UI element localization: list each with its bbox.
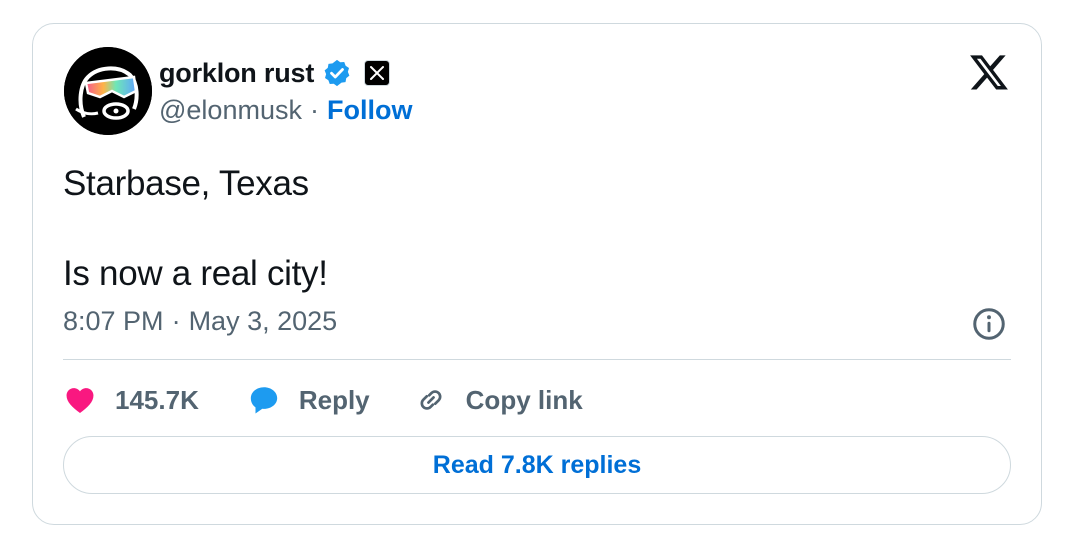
author-display-name[interactable]: gorklon rust <box>159 58 314 89</box>
timestamp-date: May 3, 2025 <box>188 306 338 336</box>
like-button[interactable]: 145.7K <box>63 383 199 417</box>
tweet-text-line-1: Starbase, Texas <box>63 164 309 203</box>
author-handle-row: @elonmusk · Follow <box>159 95 412 126</box>
info-icon[interactable] <box>971 306 1007 342</box>
timestamp-time: 8:07 PM <box>63 306 164 336</box>
avatar[interactable] <box>64 47 152 135</box>
verified-icon <box>324 59 350 87</box>
tweet-text: Starbase, Texas Is now a real city! <box>63 161 328 296</box>
copy-link-label: Copy link <box>465 384 583 415</box>
tweet-text-line-2: Is now a real city! <box>63 254 328 293</box>
author-handle[interactable]: @elonmusk <box>159 95 302 126</box>
timestamp-separator: · <box>171 306 181 336</box>
action-bar: 145.7K Reply Copy link <box>63 380 583 420</box>
timestamp[interactable]: 8:07 PM · May 3, 2025 <box>63 306 337 337</box>
author-name-row: gorklon rust <box>159 56 391 90</box>
read-replies-button[interactable]: Read 7.8K replies <box>63 436 1011 494</box>
like-count: 145.7K <box>115 384 199 415</box>
separator-dot: · <box>309 95 319 125</box>
follow-button[interactable]: Follow <box>327 95 412 126</box>
x-logo-icon[interactable] <box>968 51 1010 93</box>
x-badge-icon <box>364 60 391 86</box>
link-icon <box>420 390 442 410</box>
reply-bubble-icon <box>250 387 278 414</box>
reply-label: Reply <box>298 384 370 415</box>
reply-button[interactable]: Reply <box>247 383 370 417</box>
copy-link-button[interactable]: Copy link <box>414 383 583 417</box>
heart-icon <box>66 388 94 414</box>
tweet-embed-card: gorklon rust @elonmusk · Follow Starbase… <box>32 23 1042 525</box>
divider <box>63 359 1011 360</box>
